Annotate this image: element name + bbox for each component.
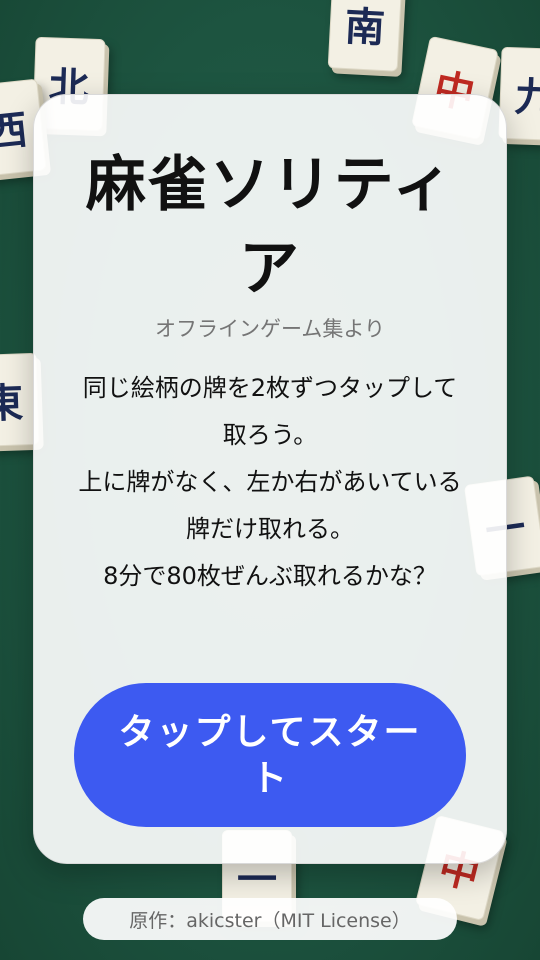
start-dialog: 麻雀ソリティア オフラインゲーム集より 同じ絵柄の牌を2枚ずつタップして取ろう。… — [33, 94, 507, 864]
game-subtitle: オフラインゲーム集より — [155, 317, 385, 341]
instructions: 同じ絵柄の牌を2枚ずつタップして取ろう。 上に牌がなく、左か右があいている牌だけ… — [72, 365, 468, 600]
instruction-line: 上に牌がなく、左か右があいている牌だけ取れる。 — [78, 468, 462, 543]
game-title: 麻雀ソリティア — [85, 150, 455, 304]
mahjong-tile: 南 — [327, 0, 403, 72]
instruction-line: 8分で80枚ぜんぶ取れるかな？ — [103, 562, 437, 590]
instruction-line: 同じ絵柄の牌を2枚ずつタップして取ろう。 — [82, 374, 458, 449]
credit-label: 原作：akicster（MIT License） — [83, 898, 457, 940]
start-button[interactable]: タップしてスタート — [74, 683, 466, 827]
